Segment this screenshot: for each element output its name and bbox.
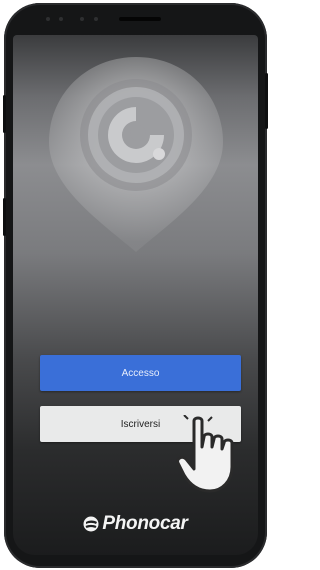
- sensor-dot: [59, 17, 63, 21]
- login-button[interactable]: Accesso: [40, 355, 241, 391]
- sensor-dot: [46, 17, 50, 21]
- phonocar-mark-icon: [83, 516, 99, 532]
- side-button-right: [265, 73, 268, 129]
- side-button-left-lower: [3, 198, 6, 236]
- camera-pin-icon: [49, 57, 223, 252]
- camera-dot: [80, 17, 84, 21]
- side-button-left-upper: [3, 95, 6, 133]
- top-sensor-bar: [4, 12, 267, 26]
- app-screen: Accesso Iscriversi Phonocar: [13, 35, 258, 555]
- sensor-dot: [94, 17, 98, 21]
- earpiece-speaker: [119, 17, 161, 21]
- phone-frame: Accesso Iscriversi Phonocar: [3, 3, 268, 568]
- hand-pointer-icon: [176, 415, 234, 493]
- brand-logo: Phonocar: [13, 513, 258, 535]
- brand-name: Phonocar: [102, 513, 188, 534]
